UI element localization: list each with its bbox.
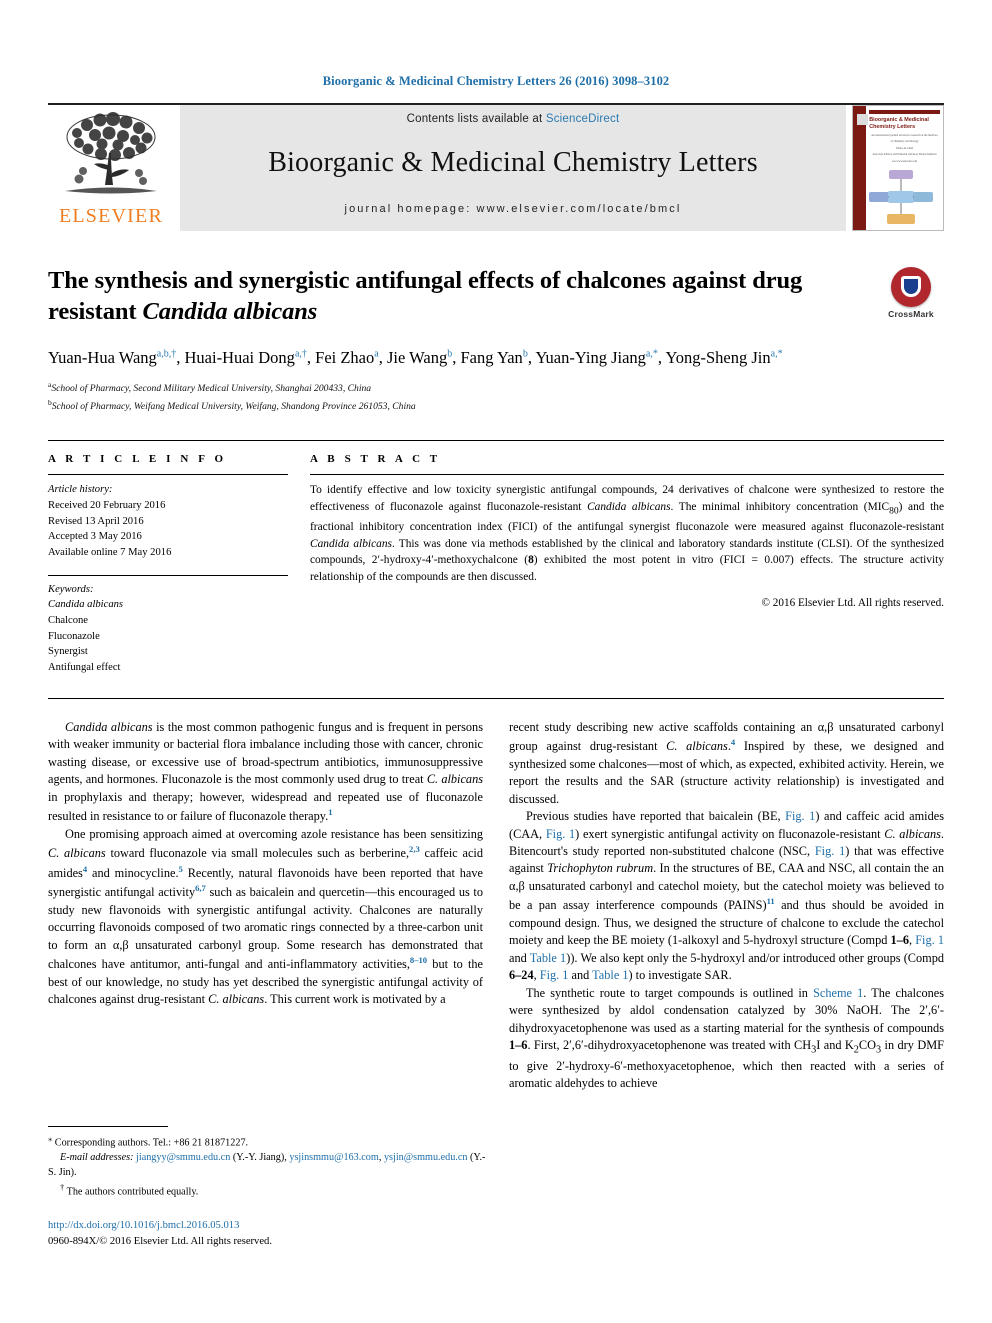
article-page: Bioorganic & Medicinal Chemistry Letters…	[0, 0, 992, 1323]
title-area: CrossMark The synthesis and synergistic …	[48, 265, 944, 414]
paragraph: One promising approach aimed at overcomi…	[48, 826, 483, 1006]
abstract-heading: A B S T R A C T	[310, 453, 441, 466]
cover-subtitle-1: An international journal devoted to rese…	[871, 133, 938, 137]
abstract-copyright: © 2016 Elsevier Ltd. All rights reserved…	[761, 596, 945, 609]
running-head: Bioorganic & Medicinal Chemistry Letters…	[322, 74, 670, 88]
page-title: The synthesis and synergistic antifungal…	[48, 265, 818, 328]
contents-prefix: Contents lists available at	[406, 113, 543, 125]
keyword-item: Antifungal effect	[48, 662, 121, 674]
body-column-left: Candida albicans is the most common path…	[48, 719, 483, 1093]
paragraph: Candida albicans is the most common path…	[48, 719, 483, 824]
keywords-block: Keywords: Candida albicans Chalcone Fluc…	[48, 574, 288, 676]
cover-subtitle-2: of chemistry and biology	[890, 140, 919, 144]
elsevier-tree-icon	[65, 112, 157, 194]
footnote-rule	[48, 1126, 168, 1127]
cover-title: Bioorganic & Medicinal Chemistry Letters	[869, 117, 929, 130]
author-list: Yuan-Hua Wanga,b,†, Huai-Huai Donga,†, F…	[48, 347, 783, 367]
abstract-text: To identify effective and low toxicity s…	[310, 484, 945, 583]
abstract-column: A B S T R A C T To identify effective an…	[310, 453, 944, 675]
crossmark-badge[interactable]: CrossMark	[878, 267, 944, 319]
keyword-item: Candida albicans	[48, 599, 124, 611]
cover-spine	[853, 106, 868, 230]
footnote-corresponding: ⁎ Corresponding authors. Tel.: +86 21 81…	[48, 1133, 249, 1149]
cover-editor-1: Associate Editors and Editorial Advisory…	[872, 153, 937, 157]
keyword-item: Fluconazole	[48, 630, 100, 642]
keyword-item: Synergist	[48, 646, 88, 658]
keyword-item: Chalcone	[48, 615, 89, 626]
divider	[310, 474, 944, 476]
body-columns: Candida albicans is the most common path…	[48, 719, 944, 1093]
body-column-right: recent study describing new active scaff…	[509, 719, 944, 1093]
affiliation-a: aSchool of Pharmacy, Second Military Med…	[48, 380, 372, 395]
journal-homepage-link[interactable]: journal homepage: www.elsevier.com/locat…	[345, 203, 682, 215]
footnote-equal-contribution: † The authors contributed equally.	[60, 1181, 199, 1198]
cover-top-bar	[869, 110, 940, 114]
crossmark-label: CrossMark	[888, 309, 934, 319]
article-history: Article history: Received 20 February 20…	[48, 482, 288, 560]
issn-copyright: 0960-894X/© 2016 Elsevier Ltd. All right…	[48, 1235, 273, 1247]
journal-title: Bioorganic & Medicinal Chemistry Letters	[268, 147, 758, 178]
doi-block: http://dx.doi.org/10.1016/j.bmcl.2016.05…	[48, 1218, 528, 1250]
history-accepted: Accepted 3 May 2016	[48, 531, 142, 543]
journal-masthead: ELSEVIER Contents lists available at Sci…	[48, 103, 944, 231]
paragraph: Previous studies have reported that baic…	[509, 809, 945, 983]
journal-band: Contents lists available at ScienceDirec…	[180, 105, 846, 231]
history-label: Article history:	[48, 484, 113, 496]
article-info-heading: A R T I C L E I N F O	[48, 453, 227, 466]
cover-diagram	[869, 169, 934, 224]
history-available-online: Available online 7 May 2016	[48, 546, 172, 558]
footnotes-block: ⁎ Corresponding authors. Tel.: +86 21 81…	[48, 1126, 488, 1200]
crossmark-icon	[891, 267, 931, 307]
cover-face: Bioorganic & Medicinal Chemistry Letters…	[866, 106, 943, 230]
paragraph: recent study describing new active scaff…	[509, 719, 944, 806]
divider	[48, 574, 288, 576]
affiliation-b: bSchool of Pharmacy, Weifang Medical Uni…	[48, 397, 416, 412]
divider	[48, 697, 944, 699]
sciencedirect-link[interactable]: ScienceDirect	[546, 113, 620, 125]
elsevier-wordmark: ELSEVIER	[58, 205, 164, 227]
affiliation-list: aSchool of Pharmacy, Second Military Med…	[48, 379, 944, 414]
article-info-column: A R T I C L E I N F O Article history: R…	[48, 453, 288, 675]
history-revised: Revised 13 April 2016	[48, 515, 144, 527]
divider	[48, 474, 288, 476]
info-abstract-region: A R T I C L E I N F O Article history: R…	[48, 440, 944, 675]
cover-editor-label: Editor-in-Chief	[896, 146, 914, 150]
contents-line: Contents lists available at ScienceDirec…	[407, 113, 620, 125]
title-line-2-italic: Candida albicans	[142, 298, 318, 326]
paragraph: The synthetic route to target compounds …	[509, 985, 944, 1091]
cover-editor-2: see www.elsevier.com	[892, 160, 918, 163]
elsevier-logo: ELSEVIER	[48, 105, 174, 231]
footnote-emails[interactable]: E-mail addresses: jiangyy@smmu.edu.cn (Y…	[48, 1151, 488, 1181]
title-line-1: The synthesis and synergistic antifungal…	[48, 267, 747, 294]
doi-link[interactable]: http://dx.doi.org/10.1016/j.bmcl.2016.05…	[48, 1218, 528, 1234]
history-received: Received 20 February 2016	[48, 499, 166, 511]
journal-cover-thumbnail[interactable]: Bioorganic & Medicinal Chemistry Letters…	[852, 105, 944, 231]
keywords-label: Keywords:	[48, 583, 94, 595]
